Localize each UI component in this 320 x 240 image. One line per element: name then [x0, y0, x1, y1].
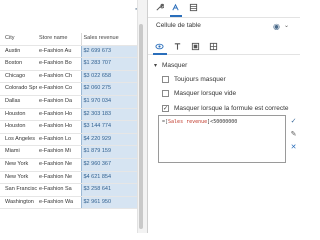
cell-city[interactable]: Chicago [0, 70, 37, 84]
cell-store[interactable]: e-Fashion Wa [37, 196, 81, 210]
cell-store[interactable]: e-Fashion Ne [37, 158, 81, 172]
cell-city[interactable]: Boston [0, 57, 37, 71]
cell-store[interactable]: e-Fashion Sa [37, 183, 81, 197]
layout-icon [191, 42, 200, 51]
cell-sales[interactable]: $2 961 950 [80, 196, 137, 210]
formula-text[interactable]: =[Sales revenue]<50000000 [162, 119, 237, 125]
cell-city[interactable]: New York [0, 158, 37, 172]
cell-city[interactable]: Austin [0, 45, 37, 59]
canvas-header: + [0, 0, 147, 22]
cell-sales[interactable]: $2 699 673 [80, 45, 137, 59]
cell-city[interactable]: New York [0, 171, 37, 185]
cell-city[interactable]: Houston [0, 120, 37, 134]
data-table: City Store name Sales revenue Austin e-F… [0, 33, 137, 210]
table-row: Boston e-Fashion Bo $1 283 707 [0, 57, 137, 71]
selection-header: Cellule de table ◉ ⌄ [148, 18, 300, 36]
validate-icon[interactable]: ✓ [289, 117, 298, 126]
tab-layout[interactable] [190, 42, 201, 53]
table-row: Chicago e-Fashion Ch $3 022 658 [0, 70, 137, 84]
cell-store[interactable]: e-Fashion Au [37, 45, 81, 59]
cell-sales[interactable]: $2 303 183 [80, 108, 137, 122]
cell-sales[interactable]: $1 970 034 [80, 95, 137, 109]
table-row: Colorado Springs e-Fashion Co $2 060 275 [0, 82, 137, 96]
cell-sales[interactable]: $2 960 367 [80, 158, 137, 172]
eye-icon [155, 43, 164, 50]
header-sales-revenue[interactable]: Sales revenue [80, 33, 137, 46]
option-label: Masquer lorsque vide [174, 90, 237, 97]
chevron-down-icon[interactable]: ▾ [154, 62, 157, 70]
chevron-down-icon[interactable]: ⌄ [284, 22, 289, 31]
table-row: Houston e-Fashion Ho $2 303 183 [0, 108, 137, 122]
cell-store[interactable]: e-Fashion Ho [37, 120, 81, 134]
active-tab-indicator [153, 53, 167, 55]
format-icon[interactable] [170, 3, 181, 14]
table-row: Los Angeles e-Fashion Lo $4 220 929 [0, 133, 137, 147]
cell-store[interactable]: e-Fashion Mi [37, 145, 81, 159]
data-icon[interactable] [188, 3, 199, 14]
cell-sales[interactable]: $4 220 929 [80, 133, 137, 147]
cell-city[interactable]: Colorado Springs [0, 82, 37, 96]
table-row: Washington e-Fashion Wa $2 961 950 [0, 196, 137, 210]
table-row: San Francisco e-Fashion Sa $3 258 641 [0, 183, 137, 197]
section-title: Masquer [162, 62, 188, 69]
cell-store[interactable]: e-Fashion Lo [37, 133, 81, 147]
cell-store[interactable]: e-Fashion Co [37, 82, 81, 96]
cell-sales[interactable]: $3 144 774 [80, 120, 137, 134]
cell-sales[interactable]: $3 258 641 [80, 183, 137, 197]
cell-store[interactable]: e-Fashion Ho [37, 108, 81, 122]
formula-editor[interactable]: =[Sales revenue]<50000000 [158, 115, 286, 163]
eye-icon[interactable]: ◉ [273, 22, 280, 31]
cell-city[interactable]: Dallas [0, 95, 37, 109]
panel-toolbar [148, 0, 300, 18]
report-canvas: + City Store name Sales revenue Austin e… [0, 0, 147, 233]
formula-field-reference: Sales revenue [168, 119, 208, 125]
pencil-icon[interactable]: ✎ [289, 130, 298, 139]
table-row: Austin e-Fashion Au $2 699 673 [0, 45, 137, 59]
grid-icon [209, 42, 218, 51]
vertical-scrollbar-thumb[interactable] [139, 24, 143, 229]
hide-when-empty-checkbox[interactable] [162, 90, 169, 97]
selection-title: Cellule de table [156, 22, 201, 29]
table-row: New York e-Fashion Ne $2 960 367 [0, 158, 137, 172]
table-row: Dallas e-Fashion Da $1 970 034 [0, 95, 137, 109]
text-icon [174, 43, 181, 50]
cell-city[interactable]: San Francisco [0, 183, 37, 197]
cell-sales[interactable]: $3 022 658 [80, 70, 137, 84]
cell-city[interactable]: Miami [0, 145, 37, 159]
cell-city[interactable]: Los Angeles [0, 133, 37, 147]
option-label: Toujours masquer [174, 76, 226, 83]
properties-panel: Cellule de table ◉ ⌄ ▾ Masquer Toujours … [148, 0, 300, 233]
cell-store[interactable]: e-Fashion Da [37, 95, 81, 109]
tab-grid[interactable] [208, 42, 219, 53]
header-city[interactable]: City [0, 33, 37, 46]
cell-city[interactable]: Houston [0, 108, 37, 122]
app-root: + City Store name Sales revenue Austin e… [0, 0, 300, 233]
table-row: Houston e-Fashion Ho $3 144 774 [0, 120, 137, 134]
always-hide-checkbox[interactable] [162, 76, 169, 83]
option-label: Masquer lorsque la formule est correcte [174, 105, 289, 112]
property-tabs [148, 39, 300, 55]
table-row: New York e-Fashion Ne $4 621 854 [0, 171, 137, 185]
cell-store[interactable]: e-Fashion Ch [37, 70, 81, 84]
cell-sales[interactable]: $1 283 707 [80, 57, 137, 71]
cell-store[interactable]: e-Fashion Ne [37, 171, 81, 185]
report-table: City Store name Sales revenue Austin e-F… [0, 33, 137, 213]
tab-text[interactable] [172, 42, 183, 53]
cell-city[interactable]: Washington [0, 196, 37, 210]
hide-when-formula-checkbox[interactable]: ✓ [162, 105, 169, 112]
close-icon[interactable]: ✕ [289, 143, 298, 152]
tab-display[interactable] [154, 42, 165, 53]
cell-store[interactable]: e-Fashion Bo [37, 57, 81, 71]
active-tab-indicator [170, 15, 182, 17]
cell-sales[interactable]: $1 879 159 [80, 145, 137, 159]
wrench-icon[interactable] [154, 3, 165, 14]
cell-sales[interactable]: $2 060 275 [80, 82, 137, 96]
table-header-row: City Store name Sales revenue [0, 33, 137, 46]
cell-sales[interactable]: $4 621 854 [80, 171, 137, 185]
table-row: Miami e-Fashion Mi $1 879 159 [0, 145, 137, 159]
header-store-name[interactable]: Store name [37, 33, 81, 46]
